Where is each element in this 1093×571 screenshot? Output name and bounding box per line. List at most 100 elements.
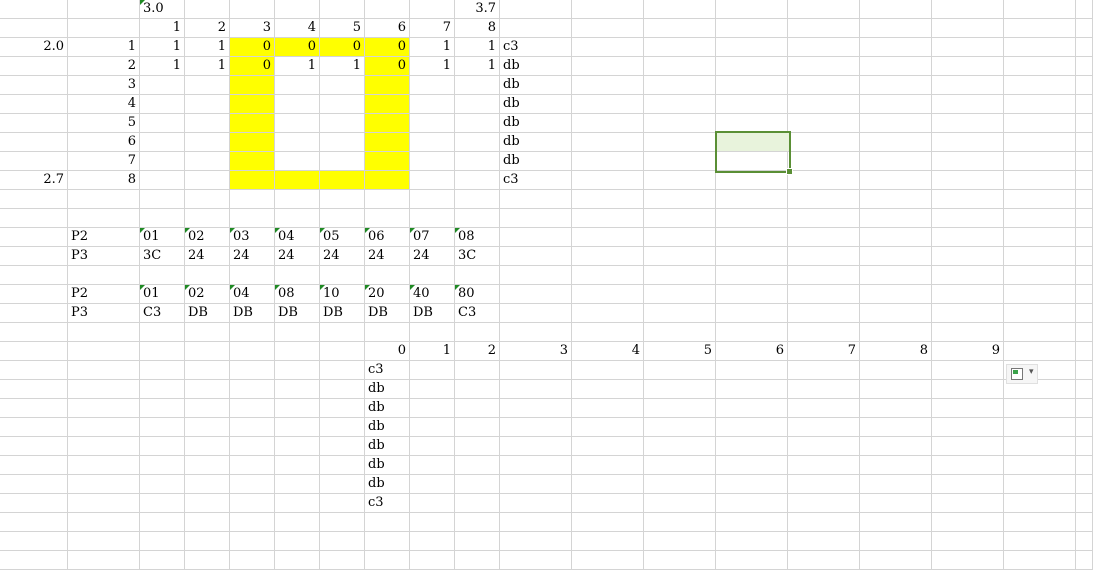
grid-cell[interactable] [932, 247, 1004, 266]
grid-cell[interactable] [410, 361, 455, 380]
grid-cell[interactable] [716, 418, 788, 437]
grid-cell[interactable] [788, 209, 860, 228]
grid-cell[interactable] [140, 532, 185, 551]
grid-cell[interactable] [1004, 0, 1076, 19]
grid-cell[interactable] [1076, 551, 1093, 570]
grid-cell[interactable] [572, 513, 644, 532]
grid-cell[interactable] [410, 399, 455, 418]
grid-cell[interactable] [716, 171, 788, 190]
grid-cell[interactable] [788, 38, 860, 57]
grid-cell[interactable] [932, 0, 1004, 19]
grid-cell[interactable] [500, 285, 572, 304]
grid-cell[interactable] [500, 418, 572, 437]
grid-cell[interactable] [410, 152, 455, 171]
grid-cell[interactable] [1076, 19, 1093, 38]
grid-cell[interactable] [932, 57, 1004, 76]
grid-cell[interactable] [500, 247, 572, 266]
grid-cell-filled[interactable]: 24 [410, 247, 455, 266]
grid-cell-filled[interactable]: 6 [68, 133, 140, 152]
grid-cell[interactable] [788, 361, 860, 380]
grid-cell[interactable] [320, 513, 365, 532]
grid-cell[interactable] [275, 475, 320, 494]
grid-cell[interactable] [185, 380, 230, 399]
grid-cell[interactable] [932, 133, 1004, 152]
grid-cell[interactable] [1076, 399, 1093, 418]
grid-cell[interactable] [320, 171, 365, 190]
grid-cell[interactable] [68, 532, 140, 551]
grid-cell[interactable] [788, 513, 860, 532]
grid-cell[interactable] [716, 19, 788, 38]
grid-cell[interactable] [716, 247, 788, 266]
grid-cell[interactable] [788, 456, 860, 475]
grid-cell[interactable] [68, 0, 140, 19]
grid-cell[interactable] [788, 190, 860, 209]
grid-cell-filled[interactable]: 0 [365, 38, 410, 57]
grid-cell[interactable] [932, 209, 1004, 228]
grid-cell[interactable] [68, 380, 140, 399]
grid-cell-filled[interactable]: DB [185, 304, 230, 323]
grid-cell[interactable] [230, 0, 275, 19]
grid-cell[interactable] [716, 399, 788, 418]
grid-cell-filled[interactable]: 20 [365, 285, 410, 304]
grid-cell[interactable] [644, 304, 716, 323]
grid-cell[interactable] [0, 152, 68, 171]
grid-cell[interactable] [500, 323, 572, 342]
grid-cell-filled[interactable]: 5 [644, 342, 716, 361]
grid-cell[interactable] [1076, 133, 1093, 152]
grid-cell[interactable] [0, 57, 68, 76]
grid-cell[interactable] [140, 399, 185, 418]
grid-cell[interactable] [0, 380, 68, 399]
grid-cell[interactable] [68, 190, 140, 209]
grid-cell[interactable] [860, 266, 932, 285]
grid-cell-filled[interactable]: 7 [788, 342, 860, 361]
grid-cell[interactable] [185, 532, 230, 551]
grid-cell[interactable] [788, 171, 860, 190]
grid-cell[interactable] [860, 114, 932, 133]
grid-cell[interactable] [716, 190, 788, 209]
grid-cell[interactable] [455, 152, 500, 171]
grid-cell-filled[interactable]: 1 [410, 57, 455, 76]
grid-cell[interactable] [0, 342, 68, 361]
grid-cell[interactable] [320, 152, 365, 171]
grid-cell[interactable] [410, 190, 455, 209]
grid-cell[interactable] [860, 513, 932, 532]
grid-cell[interactable] [716, 380, 788, 399]
grid-cell[interactable] [230, 475, 275, 494]
grid-cell[interactable] [716, 361, 788, 380]
grid-cell[interactable] [932, 114, 1004, 133]
grid-cell[interactable] [1076, 380, 1093, 399]
grid-cell[interactable] [320, 361, 365, 380]
grid-cell[interactable] [455, 266, 500, 285]
grid-cell[interactable] [1076, 95, 1093, 114]
grid-cell[interactable] [68, 209, 140, 228]
grid-cell[interactable] [230, 95, 275, 114]
grid-cell[interactable] [860, 551, 932, 570]
grid-cell[interactable] [185, 494, 230, 513]
grid-cell[interactable] [68, 418, 140, 437]
grid-cell[interactable] [572, 418, 644, 437]
grid-cell[interactable] [1076, 304, 1093, 323]
grid-cell[interactable] [1076, 190, 1093, 209]
grid-cell[interactable] [1076, 228, 1093, 247]
grid-cell[interactable] [140, 190, 185, 209]
grid-cell[interactable] [0, 437, 68, 456]
grid-cell[interactable] [185, 551, 230, 570]
grid-cell[interactable] [230, 551, 275, 570]
grid-cell[interactable] [1004, 247, 1076, 266]
grid-cell[interactable] [860, 76, 932, 95]
grid-cell[interactable] [275, 418, 320, 437]
grid-cell-filled[interactable]: 1 [185, 38, 230, 57]
grid-cell[interactable] [716, 266, 788, 285]
grid-cell-filled[interactable]: c3 [500, 171, 572, 190]
grid-cell[interactable] [455, 475, 500, 494]
grid-cell[interactable] [275, 114, 320, 133]
grid-cell[interactable] [1004, 133, 1076, 152]
grid-cell-filled[interactable]: P3 [68, 247, 140, 266]
grid-cell[interactable] [788, 380, 860, 399]
grid-cell[interactable] [0, 399, 68, 418]
grid-cell[interactable] [1004, 19, 1076, 38]
grid-cell[interactable] [860, 304, 932, 323]
grid-cell[interactable] [275, 133, 320, 152]
grid-cell-filled[interactable]: P2 [68, 285, 140, 304]
grid-cell[interactable] [1076, 494, 1093, 513]
